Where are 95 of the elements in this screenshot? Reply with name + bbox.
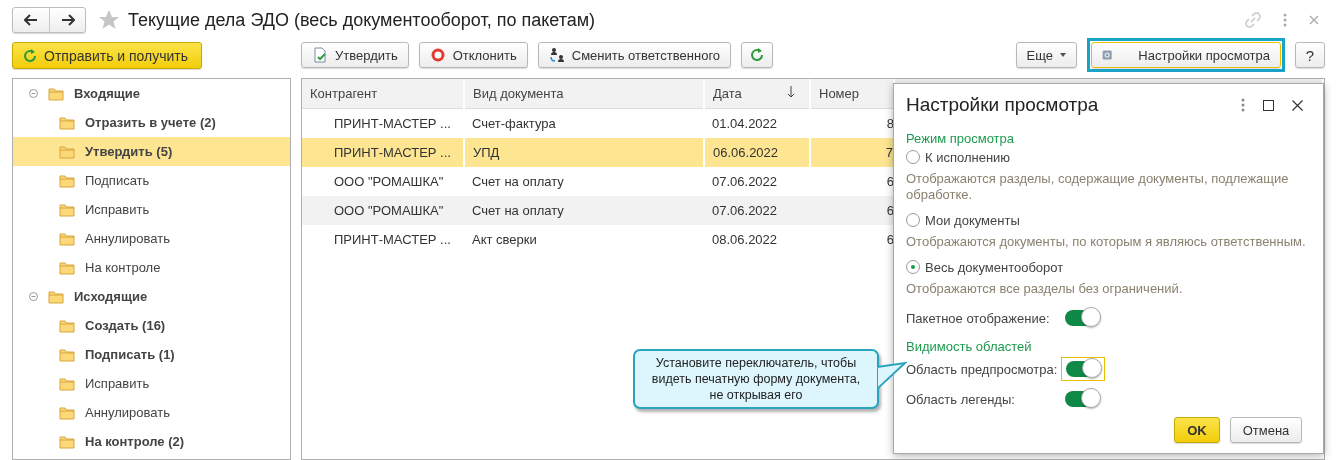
toggle-switch[interactable]	[1066, 361, 1101, 377]
arrow-icon	[60, 14, 75, 26]
folder-icon	[48, 289, 64, 304]
send-receive-button[interactable]: Отправить и получить	[12, 42, 202, 69]
column-header[interactable]: Дата	[704, 79, 810, 109]
table-cell: 7	[810, 138, 894, 167]
radio-button[interactable]	[906, 150, 920, 164]
table-cell: Акт сверки	[464, 225, 704, 254]
folder-icon	[59, 260, 75, 275]
collapse-icon[interactable]	[29, 292, 38, 301]
description-text: Отображаются документы, по которым я являюсь ответственным.	[906, 234, 1307, 250]
folder-icon	[59, 318, 75, 333]
tree-item[interactable]: Исходящие	[13, 282, 290, 311]
table-cell: 6	[810, 225, 894, 254]
refresh-icon	[23, 48, 37, 63]
window-title: Текущие дела ЭДО (весь документооборот, по пакетам)	[128, 9, 596, 31]
settings-icon	[1102, 47, 1113, 63]
tree-item[interactable]: Создать (16)	[13, 311, 290, 340]
table-cell: 06.06.2022	[704, 138, 810, 167]
view-settings-button[interactable]: Настройки просмотра	[1091, 42, 1281, 68]
tree-item[interactable]: Подписать (1)	[13, 340, 290, 369]
radio-button[interactable]	[906, 260, 920, 274]
section-heading: Режим просмотра	[906, 131, 1015, 146]
table-cell: 08.06.2022	[704, 225, 810, 254]
help-button[interactable]: ?	[1295, 42, 1325, 68]
tree-item[interactable]: Входящие	[13, 79, 290, 108]
folder-icon	[48, 86, 64, 101]
toggle-switch[interactable]	[1065, 391, 1099, 407]
tree-item[interactable]: На контроле	[13, 253, 290, 282]
table-cell: ПРИНТ-МАСТЕР ...	[302, 138, 464, 167]
table-cell: 01.04.2022	[704, 108, 810, 138]
folder-icon	[59, 347, 75, 362]
tree-item[interactable]: Утвердить (5)	[13, 137, 290, 166]
table-cell: ООО "РОМАШКА"	[302, 167, 464, 196]
document-check-icon	[312, 47, 328, 63]
folder-icon	[59, 173, 75, 188]
folder-icon	[59, 231, 75, 246]
column-header[interactable]: Контрагент	[302, 79, 464, 109]
close-icon[interactable]	[1292, 99, 1303, 111]
toggle-label: Пакетное отображение:	[906, 310, 1051, 326]
folder-icon	[59, 202, 75, 217]
arrow-icon	[24, 14, 38, 26]
tree-item[interactable]: Аннулировать	[13, 224, 290, 253]
table-cell: Счет на оплату	[464, 196, 704, 225]
toolbar-button[interactable]: Утвердить	[301, 42, 409, 68]
folder-icon	[59, 115, 75, 130]
more-icon[interactable]	[1241, 98, 1245, 112]
ok-button[interactable]: OK	[1174, 417, 1220, 443]
column-header[interactable]: Номер	[810, 79, 894, 109]
folder-icon	[59, 434, 75, 449]
section-heading: Видимость областей	[906, 339, 1033, 354]
toggle-label: Область легенды:	[906, 391, 1016, 407]
table-cell: 6	[810, 167, 894, 196]
refresh-button[interactable]	[741, 42, 774, 68]
table-cell: 07.06.2022	[704, 196, 810, 225]
table-cell: 6	[810, 196, 894, 225]
toolbar-button[interactable]: Сменить ответственного	[537, 42, 732, 68]
people-arrows-icon	[548, 47, 565, 63]
table-cell: ООО "РОМАШКА"	[302, 196, 464, 225]
tree-item[interactable]: Аннулировать	[13, 398, 290, 427]
folder-icon	[59, 405, 75, 420]
refresh-icon	[749, 47, 766, 63]
star-icon	[98, 9, 120, 31]
cancel-button[interactable]: Отмена	[1230, 417, 1302, 443]
tree-item[interactable]: Исправить	[13, 369, 290, 398]
collapse-icon[interactable]	[29, 89, 38, 98]
hint-text: Установите переключатель, чтобы видеть печатную форму документа, не открывая его	[650, 355, 862, 403]
folder-icon	[59, 144, 75, 159]
table-cell: Счет на оплату	[464, 167, 704, 196]
table-cell: 07.06.2022	[704, 167, 810, 196]
radio-label[interactable]: Весь документооборот	[925, 259, 1064, 275]
more-button[interactable]: Еще	[1015, 42, 1077, 68]
table-cell: 8	[810, 108, 894, 138]
radio-label[interactable]: К исполнению	[925, 149, 1011, 165]
column-header[interactable]: Вид документа	[464, 79, 704, 109]
tree-item[interactable]: Подписать	[13, 166, 290, 195]
stop-icon	[429, 47, 446, 63]
more-icon[interactable]	[1283, 13, 1287, 27]
table-cell: ПРИНТ-МАСТЕР ...	[302, 225, 464, 254]
table-cell: Счет-фактура	[464, 108, 704, 138]
tree-item[interactable]: На контроле (2)	[13, 427, 290, 456]
folder-icon	[59, 376, 75, 391]
table-cell: ПРИНТ-МАСТЕР ...	[302, 108, 464, 138]
description-text: Отображаются разделы, содержащие документы, подлежащие обработке.	[906, 171, 1290, 203]
description-text: Отображаются все разделы без ограничений.	[906, 281, 1184, 297]
tree-item[interactable]: Исправить	[13, 195, 290, 224]
maximize-icon[interactable]	[1263, 99, 1274, 111]
toggle-switch[interactable]	[1065, 310, 1099, 326]
toolbar-button[interactable]: Отклонить	[418, 42, 528, 68]
radio-button[interactable]	[906, 213, 920, 227]
radio-label[interactable]: Мои документы	[925, 212, 1020, 228]
tree-item[interactable]: Отразить в учете (2)	[13, 108, 290, 137]
table-cell: УПД	[464, 138, 704, 167]
toggle-label: Область предпросмотра:	[906, 361, 1058, 377]
dialog-title: Настройки просмотра	[906, 94, 1100, 116]
